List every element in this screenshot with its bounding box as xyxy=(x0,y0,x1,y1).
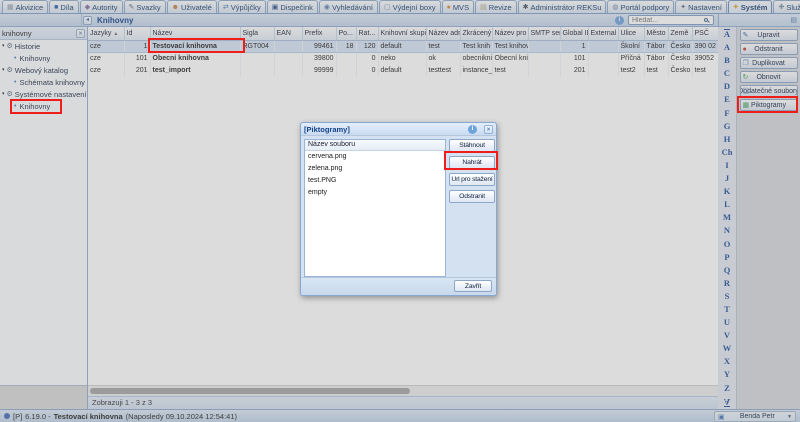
list-item[interactable]: empty xyxy=(305,187,445,199)
list-item[interactable]: zelena.png xyxy=(305,163,445,175)
dialog-footer: Zavřít xyxy=(301,277,496,295)
list-item[interactable]: test.PNG xyxy=(305,175,445,187)
list-item[interactable]: cervena.png xyxy=(305,151,445,163)
close-button[interactable]: Zavřít xyxy=(454,280,492,292)
remove-button[interactable]: Odstranit xyxy=(449,190,495,203)
download-button[interactable]: Stáhnout xyxy=(449,139,495,152)
file-list: Název souboru cervena.png zelena.png tes… xyxy=(304,139,446,277)
pictograms-dialog: [Piktogramy] i ✕ Název souboru cervena.p… xyxy=(300,122,497,296)
file-list-header[interactable]: Název souboru xyxy=(305,140,445,151)
dialog-actions: Stáhnout Nahrát Url pro stažení Odstrani… xyxy=(449,139,495,203)
upload-button[interactable]: Nahrát xyxy=(449,156,495,169)
dialog-info-icon[interactable]: i xyxy=(468,125,477,134)
download-url-button[interactable]: Url pro stažení xyxy=(449,173,495,186)
dialog-title-bar[interactable]: [Piktogramy] i ✕ xyxy=(301,123,496,136)
close-icon[interactable]: ✕ xyxy=(484,125,493,134)
dialog-title: [Piktogramy] xyxy=(304,125,468,134)
